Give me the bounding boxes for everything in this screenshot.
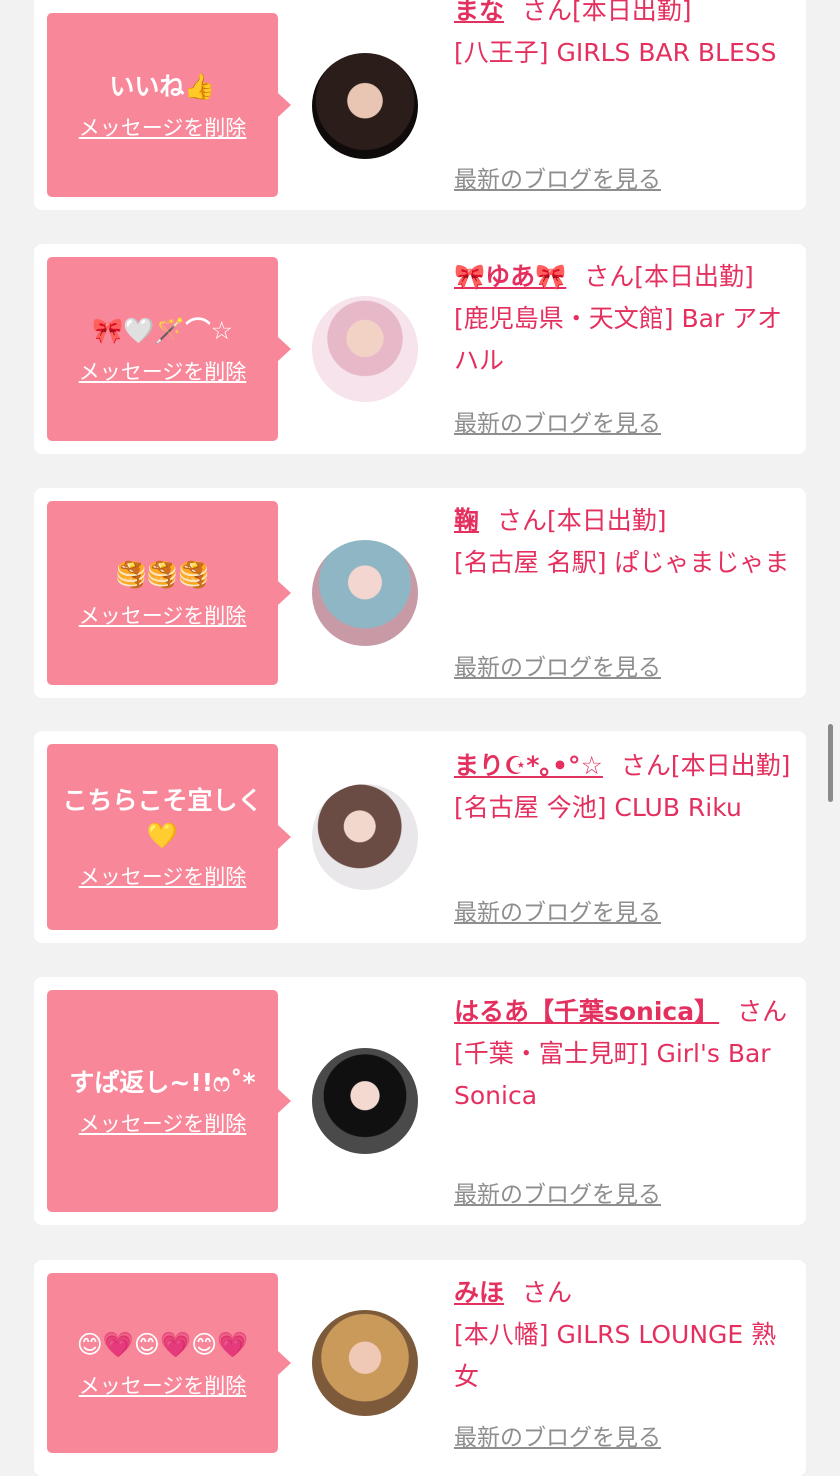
message-text: こちらこそ宜しく💛 [62, 786, 263, 850]
delete-message-link[interactable]: メッセージを削除 [79, 600, 247, 630]
message-text: 🥞🥞🥞 [115, 559, 210, 589]
list-item: 🥞🥞🥞 メッセージを削除 鞠さん[本日出勤] [名古屋 名駅] ぱじゃまじゃま … [34, 488, 806, 698]
profile-info: はるあ【千葉sonica】 さん [千葉・富士見町] Girl's Bar Son… [454, 991, 796, 1117]
shop-text: [名古屋 名駅] ぱじゃまじゃま [454, 548, 790, 577]
message-bubble: こちらこそ宜しく💛 メッセージを削除 [47, 744, 291, 930]
message-text: 🎀🤍🪄⌒☆ [92, 315, 233, 345]
shop-text: [本八幡] GILRS LOUNGE 熟女 [454, 1320, 777, 1391]
avatar[interactable] [312, 296, 418, 402]
status-text: さん[本日出勤] [620, 751, 791, 780]
delete-message-link[interactable]: メッセージを削除 [79, 1370, 247, 1400]
profile-name-link[interactable]: 🎀ゆあ🎀 [454, 262, 566, 291]
profile-name-link[interactable]: みほ [454, 1278, 504, 1307]
blog-link[interactable]: 最新のブログを見る [454, 1175, 661, 1209]
shop-text: [名古屋 今池] CLUB Riku [454, 793, 742, 822]
profile-info: まり☪︎*｡•°☆ さん[本日出勤] [名古屋 今池] CLUB Riku [454, 745, 796, 829]
status-text: さん[本日出勤] [497, 506, 667, 535]
scrollbar[interactable] [828, 724, 833, 802]
delete-message-link[interactable]: メッセージを削除 [79, 1108, 247, 1138]
message-text: すぱ返し~!!ෆ˚* [69, 1067, 256, 1097]
profile-name-link[interactable]: まり☪︎*｡•°☆ [454, 751, 603, 780]
message-text: 😊💗😊💗😊💗 [76, 1329, 249, 1359]
message-bubble: 🎀🤍🪄⌒☆ メッセージを削除 [47, 257, 291, 441]
blog-link[interactable]: 最新のブログを見る [454, 1418, 661, 1452]
delete-message-link[interactable]: メッセージを削除 [79, 112, 247, 142]
blog-link[interactable]: 最新のブログを見る [454, 648, 661, 682]
list-item: 🎀🤍🪄⌒☆ メッセージを削除 🎀ゆあ🎀 さん[本日出勤] [鹿児島県・天文館] B… [34, 244, 806, 454]
profile-name-link[interactable]: はるあ【千葉sonica】 [454, 997, 719, 1026]
blog-link[interactable]: 最新のブログを見る [454, 404, 661, 438]
delete-message-link[interactable]: メッセージを削除 [79, 356, 247, 386]
list-item: いいね👍 メッセージを削除 まな さん[本日出勤] [八王子] GIRLS BAR… [34, 0, 806, 210]
shop-text: [八王子] GIRLS BAR BLESS [454, 38, 777, 67]
blog-link[interactable]: 最新のブログを見る [454, 160, 661, 194]
shop-text: [鹿児島県・天文館] Bar アオハル [454, 304, 783, 375]
list-item: すぱ返し~!!ෆ˚* メッセージを削除 はるあ【千葉sonica】 さん [千葉・… [34, 977, 806, 1225]
message-bubble: すぱ返し~!!ෆ˚* メッセージを削除 [47, 990, 291, 1212]
avatar[interactable] [312, 1048, 418, 1154]
avatar[interactable] [312, 784, 418, 890]
message-bubble: いいね👍 メッセージを削除 [47, 13, 291, 197]
profile-info: まな さん[本日出勤] [八王子] GIRLS BAR BLESS [454, 0, 796, 74]
list-item: こちらこそ宜しく💛 メッセージを削除 まり☪︎*｡•°☆ さん[本日出勤] [名古… [34, 731, 806, 943]
profile-name-link[interactable]: 鞠 [454, 506, 479, 535]
avatar[interactable] [312, 53, 418, 159]
profile-name-link[interactable]: まな [454, 0, 504, 25]
avatar[interactable] [312, 540, 418, 646]
status-text: さん[本日出勤] [522, 0, 692, 25]
blog-link[interactable]: 最新のブログを見る [454, 893, 661, 927]
avatar[interactable] [312, 1310, 418, 1416]
shop-text: [千葉・富士見町] Girl's Bar Sonica [454, 1039, 771, 1110]
profile-info: 🎀ゆあ🎀 さん[本日出勤] [鹿児島県・天文館] Bar アオハル [454, 256, 796, 382]
message-bubble: 😊💗😊💗😊💗 メッセージを削除 [47, 1273, 291, 1453]
status-text: さん[本日出勤] [584, 262, 754, 291]
message-text: いいね👍 [109, 71, 216, 101]
message-bubble: 🥞🥞🥞 メッセージを削除 [47, 501, 291, 685]
profile-info: みほ さん [本八幡] GILRS LOUNGE 熟女 [454, 1272, 796, 1398]
profile-info: 鞠さん[本日出勤] [名古屋 名駅] ぱじゃまじゃま [454, 500, 796, 584]
status-text: さん [737, 997, 788, 1026]
list-item: 😊💗😊💗😊💗 メッセージを削除 みほ さん [本八幡] GILRS LOUNGE … [34, 1260, 806, 1476]
status-text: さん [522, 1278, 573, 1307]
delete-message-link[interactable]: メッセージを削除 [79, 861, 247, 891]
